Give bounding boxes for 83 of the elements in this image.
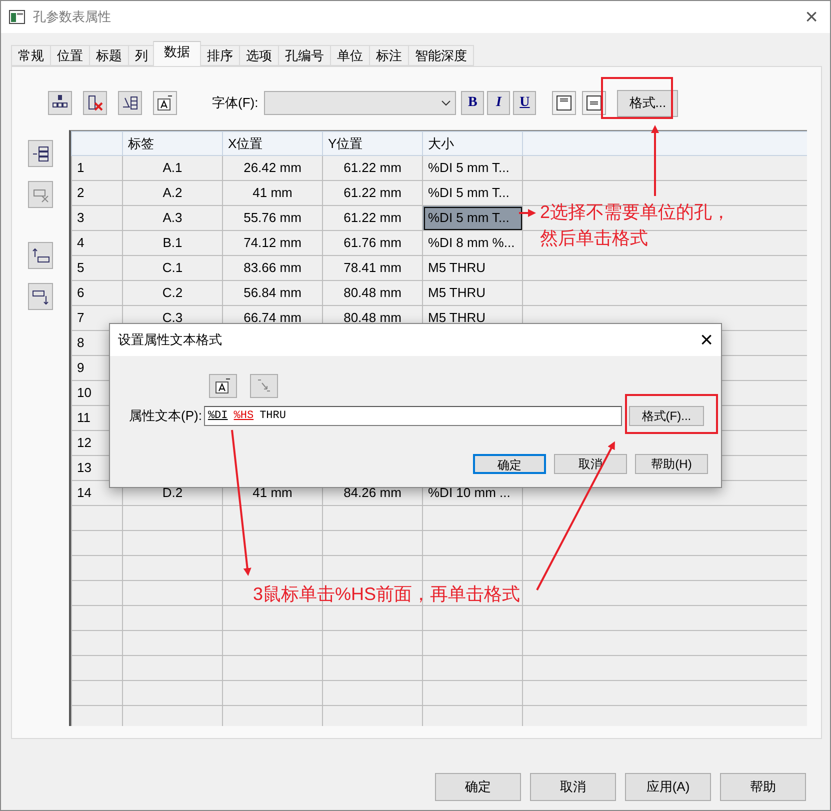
table-cell: 56.84 mm bbox=[222, 280, 322, 306]
move-down-icon[interactable] bbox=[28, 283, 53, 310]
table-cell: 78.41 mm bbox=[322, 256, 422, 280]
dialog-button[interactable]: 取消 bbox=[530, 773, 616, 801]
table-cell: 55.76 mm bbox=[222, 206, 322, 230]
tab[interactable]: 位置 bbox=[50, 45, 89, 66]
highlight-frame bbox=[601, 77, 673, 119]
clear-format-icon[interactable] bbox=[250, 374, 278, 398]
field-code: %HS bbox=[234, 408, 254, 424]
arrow bbox=[519, 209, 536, 217]
text-format-icon[interactable] bbox=[153, 91, 177, 115]
tab[interactable]: 列 bbox=[128, 45, 154, 66]
field-code: %DI bbox=[208, 408, 228, 424]
tab[interactable]: 排序 bbox=[200, 45, 239, 66]
table-cell: A.1 bbox=[122, 156, 222, 180]
tab[interactable]: 智能深度 bbox=[408, 45, 474, 66]
window-icon bbox=[9, 10, 25, 24]
row-number: 3 bbox=[72, 206, 122, 230]
row-number: 2 bbox=[72, 180, 122, 206]
align-top-icon[interactable] bbox=[552, 91, 576, 115]
column-header: 标签 bbox=[122, 132, 222, 156]
tab[interactable]: 标题 bbox=[89, 45, 128, 66]
table-cell[interactable]: %DI 5 mm T... bbox=[422, 206, 522, 230]
column-header: X位置 bbox=[222, 132, 322, 156]
close-button[interactable]: × bbox=[805, 6, 818, 28]
text-format-icon[interactable] bbox=[209, 374, 237, 398]
table-cell[interactable]: %DI 8 mm %... bbox=[422, 230, 522, 256]
tab[interactable]: 单位 bbox=[330, 45, 369, 66]
table-cell: 61.22 mm bbox=[322, 180, 422, 206]
row-number: 4 bbox=[72, 230, 122, 256]
row-number: 6 bbox=[72, 280, 122, 306]
table-cell: 41 mm bbox=[222, 180, 322, 206]
tab[interactable]: 标注 bbox=[369, 45, 408, 66]
insert-column-icon[interactable] bbox=[48, 91, 72, 115]
table-cell[interactable]: %DI 5 mm T... bbox=[422, 156, 522, 180]
table-cell[interactable]: M5 THRU bbox=[422, 280, 522, 306]
table-cell: 74.12 mm bbox=[222, 230, 322, 256]
dialog-button[interactable]: 帮助 bbox=[720, 773, 806, 801]
dialog-button[interactable]: 应用(A) bbox=[625, 773, 711, 801]
dialog-button[interactable]: 确定 bbox=[473, 454, 546, 474]
delete-row-icon[interactable] bbox=[28, 181, 53, 208]
delete-column-icon[interactable] bbox=[83, 91, 107, 115]
move-up-icon[interactable] bbox=[28, 242, 53, 269]
close-button[interactable]: × bbox=[700, 329, 713, 351]
column-align-icon[interactable] bbox=[118, 91, 142, 115]
attribute-text-field[interactable]: %DI %HS THRU bbox=[204, 406, 622, 426]
dialog-button[interactable]: 帮助(H) bbox=[635, 454, 708, 474]
caret-icon bbox=[441, 100, 452, 106]
column-header: Y位置 bbox=[322, 132, 422, 156]
insert-row-icon[interactable] bbox=[28, 140, 53, 167]
tab[interactable]: 选项 bbox=[239, 45, 278, 66]
format-button[interactable]: 格式(F)... bbox=[628, 406, 704, 426]
font-label: 字体(F): bbox=[212, 94, 258, 112]
format-button[interactable]: 格式... bbox=[617, 90, 678, 116]
instruction-note: 3鼠标单击%HS前面，再单击格式 bbox=[253, 583, 522, 606]
column-header: 大小 bbox=[422, 132, 522, 156]
row-number: 1 bbox=[72, 156, 122, 180]
table-cell: 61.22 mm bbox=[322, 156, 422, 180]
table-cell[interactable]: M5 THRU bbox=[422, 256, 522, 280]
italic-button[interactable]: I bbox=[487, 91, 510, 115]
table-cell: B.1 bbox=[122, 230, 222, 256]
table-cell: C.2 bbox=[122, 280, 222, 306]
instruction-note: 2选择不需要单位的孔，然后单击格式 bbox=[540, 201, 732, 250]
table-cell: 26.42 mm bbox=[222, 156, 322, 180]
table-cell: 80.48 mm bbox=[322, 280, 422, 306]
dialog-button[interactable]: 确定 bbox=[435, 773, 521, 801]
table-cell: 61.22 mm bbox=[322, 206, 422, 230]
bold-button[interactable]: B bbox=[461, 91, 484, 115]
table-cell: 83.66 mm bbox=[222, 256, 322, 280]
underline-button[interactable]: U bbox=[513, 91, 536, 115]
table-cell: A.3 bbox=[122, 206, 222, 230]
table-cell: 61.76 mm bbox=[322, 230, 422, 256]
row-number: 5 bbox=[72, 256, 122, 280]
table-cell: C.1 bbox=[122, 256, 222, 280]
align-middle-icon[interactable] bbox=[582, 91, 606, 115]
tab[interactable]: 数据 bbox=[153, 41, 201, 66]
field-text: THRU bbox=[260, 408, 286, 424]
table-cell: A.2 bbox=[122, 180, 222, 206]
window-title: 孔参数表属性 bbox=[33, 8, 111, 26]
tab[interactable]: 常规 bbox=[11, 45, 50, 66]
tab[interactable]: 孔编号 bbox=[278, 45, 330, 66]
arrow bbox=[651, 125, 659, 196]
field-label: 属性文本(P): bbox=[129, 407, 202, 426]
